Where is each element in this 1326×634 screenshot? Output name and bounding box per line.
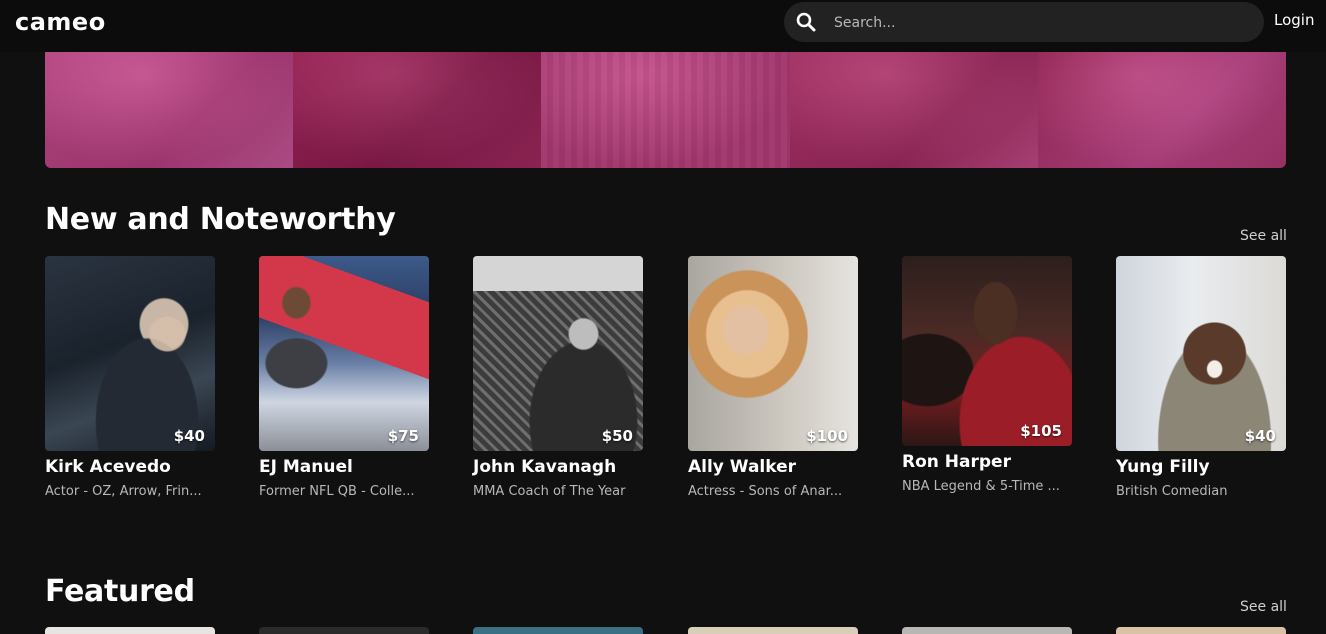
talent-description: British Comedian <box>1116 484 1228 499</box>
price-label: $40 <box>173 427 205 445</box>
talent-card[interactable]: $75 EJ Manuel Former NFL QB - Colle... <box>259 256 429 499</box>
talent-description: NBA Legend & 5-Time ... <box>902 479 1060 494</box>
hero-image <box>1037 52 1286 168</box>
hero-image <box>541 52 790 168</box>
top-navigation: cameo Login <box>0 0 1326 52</box>
talent-description: Actress - Sons of Anar... <box>688 484 843 499</box>
featured-card-preview[interactable] <box>45 627 215 634</box>
see-all-link[interactable]: See all <box>1240 599 1287 615</box>
talent-photo: $40 <box>1116 256 1286 451</box>
talent-description: Former NFL QB - Colle... <box>259 484 415 499</box>
search-bar[interactable] <box>784 2 1264 44</box>
search-icon <box>796 12 816 32</box>
hero-banner[interactable] <box>45 52 1286 168</box>
price-label: $40 <box>1244 427 1276 445</box>
talent-description: Actor - OZ, Arrow, Frin... <box>45 484 202 499</box>
cameo-logo[interactable]: cameo <box>15 6 106 38</box>
price-label: $50 <box>601 427 633 445</box>
talent-name: John Kavanagh <box>473 457 617 477</box>
hero-image <box>293 52 542 168</box>
featured-card-preview[interactable] <box>259 627 429 634</box>
featured-card-preview[interactable] <box>902 627 1072 634</box>
hero-image <box>45 52 294 168</box>
featured-card-preview[interactable] <box>688 627 858 634</box>
talent-photo: $105 <box>902 256 1072 446</box>
talent-photo: $75 <box>259 256 429 451</box>
price-label: $75 <box>387 427 419 445</box>
featured-card-preview[interactable] <box>1116 627 1286 634</box>
featured-card-preview[interactable] <box>473 627 643 634</box>
talent-name: Ally Walker <box>688 457 797 477</box>
talent-name: EJ Manuel <box>259 457 353 477</box>
talent-card[interactable]: $100 Ally Walker Actress - Sons of Anar.… <box>688 256 858 499</box>
price-label: $100 <box>806 427 848 445</box>
talent-name: Ron Harper <box>902 452 1011 472</box>
section-title-featured: Featured <box>45 574 195 609</box>
talent-card[interactable]: $50 John Kavanagh MMA Coach of The Year <box>473 256 643 499</box>
search-input[interactable] <box>832 2 1256 44</box>
section-title-new-and-noteworthy: New and Noteworthy <box>45 202 396 237</box>
hero-image <box>789 52 1038 168</box>
talent-name: Kirk Acevedo <box>45 457 171 477</box>
talent-description: MMA Coach of The Year <box>473 484 626 499</box>
talent-photo: $50 <box>473 256 643 451</box>
talent-photo: $100 <box>688 256 858 451</box>
talent-photo: $40 <box>45 256 215 451</box>
talent-card[interactable]: $105 Ron Harper NBA Legend & 5-Time ... <box>902 256 1072 494</box>
talent-name: Yung Filly <box>1116 457 1210 477</box>
talent-card[interactable]: $40 Kirk Acevedo Actor - OZ, Arrow, Frin… <box>45 256 215 499</box>
see-all-link[interactable]: See all <box>1240 228 1287 244</box>
talent-card[interactable]: $40 Yung Filly British Comedian <box>1116 256 1286 499</box>
login-button[interactable]: Login <box>1274 11 1314 29</box>
price-label: $105 <box>1020 422 1062 440</box>
